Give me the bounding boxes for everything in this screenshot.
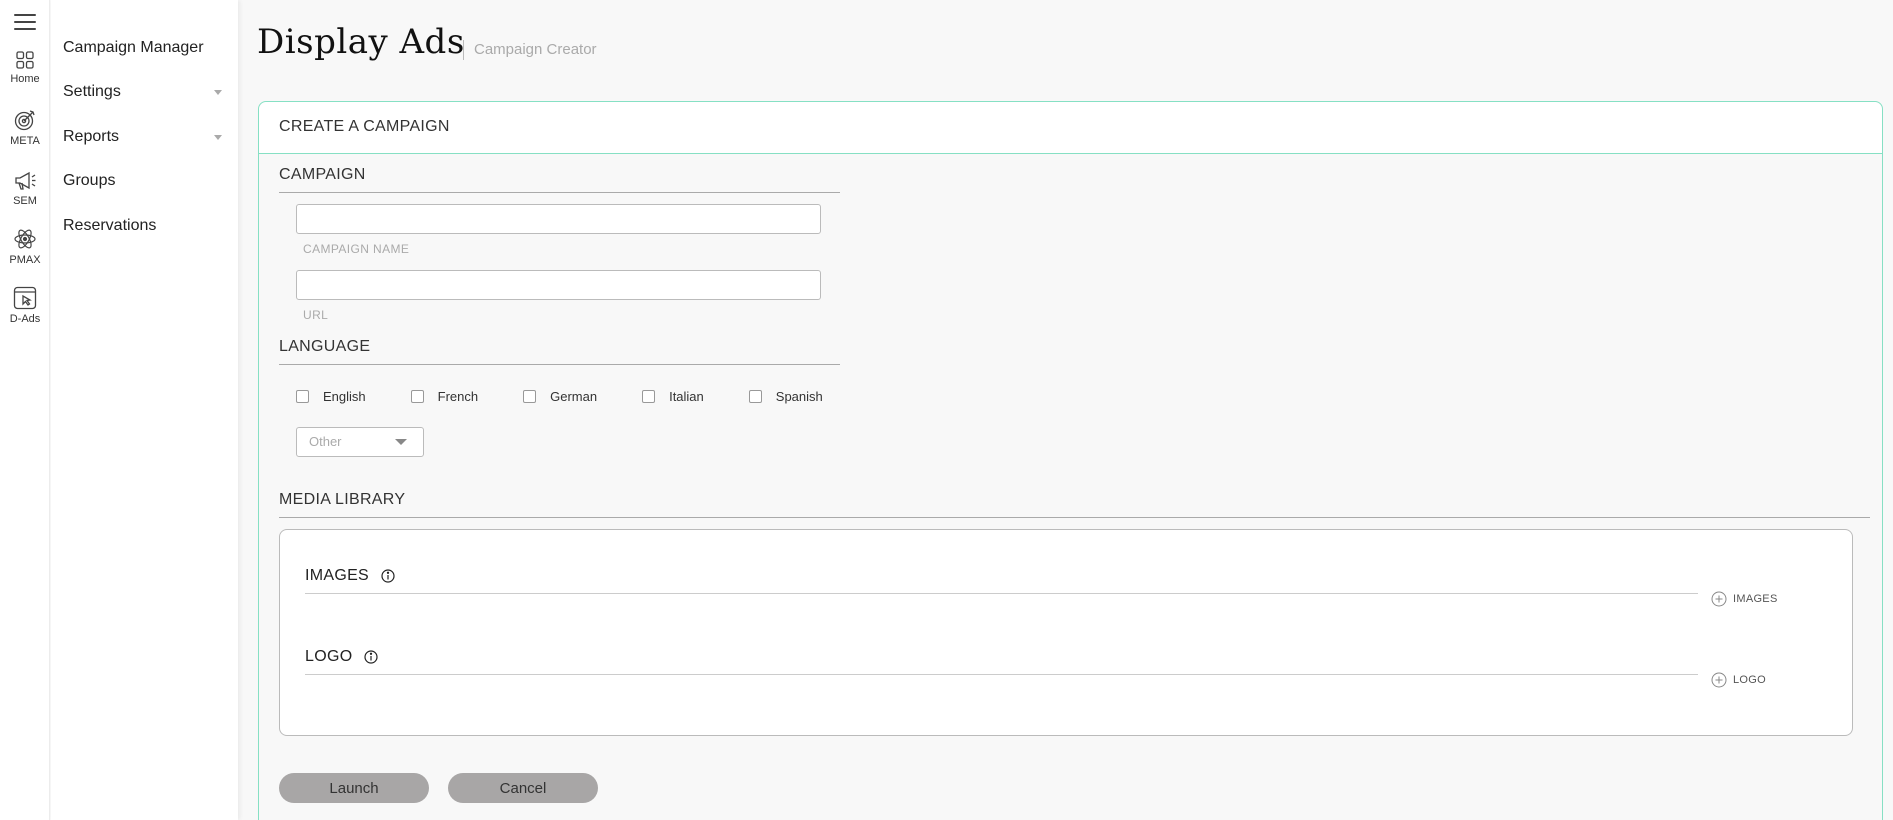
rail-item-label: META (10, 135, 40, 147)
plus-circle-icon (1711, 591, 1727, 607)
language-option-label: Spanish (775, 389, 823, 404)
language-option-label: German (550, 389, 598, 404)
target-icon (14, 110, 35, 131)
italian-checkbox[interactable] (642, 390, 656, 403)
campaign-section-title: CAMPAIGN (279, 166, 840, 193)
card-title: CREATE A CAMPAIGN (259, 102, 1882, 154)
images-row: IMAGES (305, 567, 1698, 594)
rail-item-home[interactable]: Home (0, 50, 50, 85)
other-language-selected: Other (309, 434, 342, 449)
sidebar-item-label: Settings (63, 83, 121, 100)
icon-rail: Home META SEM PMAX D-Ads (0, 0, 50, 820)
spanish-checkbox[interactable] (748, 390, 762, 403)
rail-item-label: D-Ads (9, 313, 41, 325)
sidebar-item-label: Reports (63, 128, 120, 145)
rail-item-meta[interactable]: META (0, 108, 50, 147)
atom-icon (14, 229, 36, 249)
chevron-down-icon (214, 134, 222, 140)
sidebar-item-label: Campaign Manager (63, 39, 204, 56)
sidebar-item-reservations[interactable]: Reservations (63, 214, 222, 238)
media-library-section-title: MEDIA LIBRARY (279, 491, 1870, 518)
sidebar-item-label: Groups (63, 172, 116, 189)
info-icon[interactable] (381, 569, 395, 583)
info-icon[interactable] (364, 650, 379, 664)
url-input[interactable] (296, 270, 821, 300)
page-title: Display Ads (257, 22, 465, 62)
sidebar-item-settings[interactable]: Settings (63, 80, 222, 104)
campaign-name-label: CAMPAIGN NAME (303, 242, 410, 256)
rail-item-label: Home (10, 73, 40, 85)
other-language-select[interactable]: Other (296, 427, 424, 457)
language-option-english[interactable]: English (296, 389, 366, 404)
language-option-italian[interactable]: Italian (642, 389, 704, 404)
english-checkbox[interactable] (296, 390, 309, 403)
sidebar-item-reports[interactable]: Reports (63, 125, 222, 149)
logo-title: LOGO (305, 648, 353, 665)
display-cursor-icon (13, 286, 37, 310)
language-option-label: Italian (669, 389, 704, 404)
add-images-label: IMAGES (1733, 593, 1778, 605)
logo-row: LOGO (305, 648, 1698, 675)
chevron-down-icon (214, 89, 222, 95)
rail-item-label: PMAX (9, 254, 41, 266)
plus-circle-icon (1711, 672, 1727, 688)
sidebar-item-groups[interactable]: Groups (63, 169, 222, 193)
launch-button[interactable]: Launch (279, 773, 429, 803)
language-option-label: French (437, 389, 479, 404)
sidebar-item-campaign-manager[interactable]: Campaign Manager (63, 36, 222, 60)
language-section-title: LANGUAGE (279, 338, 840, 365)
language-checkboxes: English French German Italian Spanish (296, 389, 823, 404)
add-logo-button[interactable]: LOGO (1711, 672, 1766, 688)
add-images-button[interactable]: IMAGES (1711, 591, 1778, 607)
page-subtitle: Campaign Creator (463, 40, 597, 60)
french-checkbox[interactable] (410, 390, 424, 403)
language-option-french[interactable]: French (410, 389, 479, 404)
hamburger-menu-icon[interactable] (14, 14, 36, 30)
megaphone-icon (15, 171, 36, 190)
media-library-box: IMAGES IMAGES LOGO LOGO (279, 529, 1853, 736)
rail-item-label: SEM (13, 195, 37, 207)
language-option-german[interactable]: German (523, 389, 597, 404)
rail-item-d-ads[interactable]: D-Ads (0, 286, 50, 325)
chevron-down-icon (395, 439, 407, 445)
language-option-label: English (323, 389, 366, 404)
url-label: URL (303, 308, 329, 322)
images-title: IMAGES (305, 567, 370, 584)
grid-icon (16, 51, 34, 69)
rail-item-sem[interactable]: SEM (0, 168, 50, 207)
campaign-name-input[interactable] (296, 204, 821, 234)
sidebar-item-label: Reservations (63, 217, 157, 234)
create-campaign-card: CREATE A CAMPAIGN CAMPAIGN CAMPAIGN NAME… (258, 101, 1883, 820)
cancel-button[interactable]: Cancel (448, 773, 598, 803)
rail-item-pmax[interactable]: PMAX (0, 227, 50, 266)
add-logo-label: LOGO (1733, 674, 1766, 686)
sidebar: Campaign Manager Settings Reports Groups… (51, 0, 238, 820)
german-checkbox[interactable] (523, 390, 537, 403)
language-option-spanish[interactable]: Spanish (748, 389, 823, 404)
